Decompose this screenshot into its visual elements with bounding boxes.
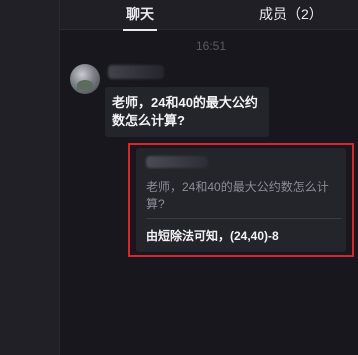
reply-answer-text: 由短除法可知，(24,40)-8: [146, 229, 279, 243]
reply-message-card[interactable]: 老师，24和40的最大公约数怎么计算? 由短除法可知，(24,40)-8: [136, 148, 346, 252]
chat-window: 聊天 成员（2） 16:51 老师，24和40的最大公约数怎么计算? 老师，24…: [0, 0, 358, 355]
reply-divider: [146, 218, 342, 219]
avatar[interactable]: [70, 64, 100, 94]
quoted-message-text: 老师，24和40的最大公约数怎么计算?: [146, 180, 329, 211]
left-sidebar: [0, 0, 60, 355]
tab-chat[interactable]: 聊天: [123, 0, 157, 31]
chat-tabs: 聊天 成员（2）: [60, 0, 358, 31]
tab-members-label: 成员（2）: [259, 6, 323, 22]
sender-name-blurred: [108, 65, 164, 79]
active-tab-underline: [123, 29, 157, 31]
message-bubble[interactable]: 老师，24和40的最大公约数怎么计算?: [105, 87, 269, 137]
message-timestamp: 16:51: [196, 39, 227, 53]
tab-members[interactable]: 成员（2）: [259, 0, 323, 30]
tab-chat-label: 聊天: [126, 6, 154, 22]
quoted-sender-name-blurred: [146, 156, 208, 168]
